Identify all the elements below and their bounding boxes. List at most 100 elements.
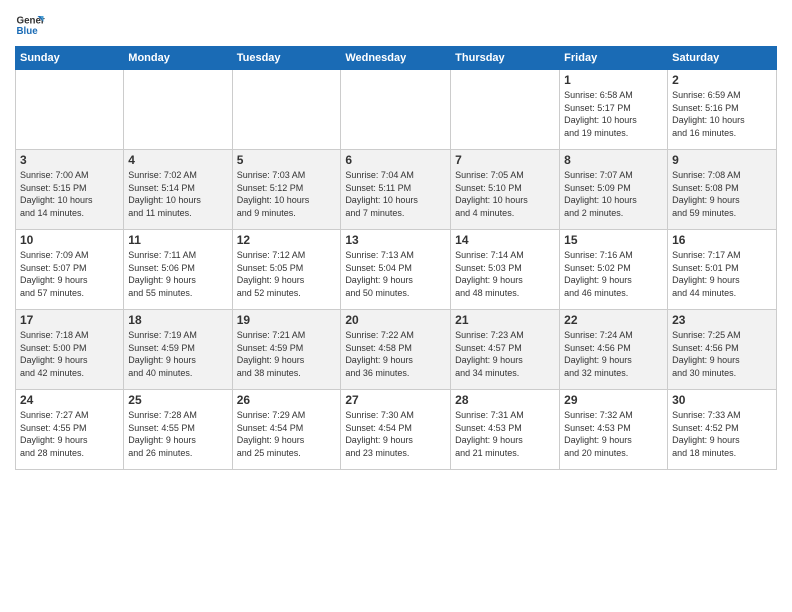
day-number: 8 xyxy=(564,153,663,167)
week-row-2: 3 Sunrise: 7:00 AM Sunset: 5:15 PM Daylig… xyxy=(16,150,777,230)
calendar-cell xyxy=(451,70,560,150)
day-info: Sunrise: 7:29 AM Sunset: 4:54 PM Dayligh… xyxy=(237,409,337,459)
calendar-cell xyxy=(341,70,451,150)
day-number: 7 xyxy=(455,153,555,167)
day-info: Sunrise: 7:16 AM Sunset: 5:02 PM Dayligh… xyxy=(564,249,663,299)
day-number: 29 xyxy=(564,393,663,407)
header-day-saturday: Saturday xyxy=(668,47,777,70)
day-info: Sunrise: 6:59 AM Sunset: 5:16 PM Dayligh… xyxy=(672,89,772,139)
day-info: Sunrise: 7:25 AM Sunset: 4:56 PM Dayligh… xyxy=(672,329,772,379)
day-info: Sunrise: 7:05 AM Sunset: 5:10 PM Dayligh… xyxy=(455,169,555,219)
day-number: 25 xyxy=(128,393,227,407)
day-number: 26 xyxy=(237,393,337,407)
day-number: 16 xyxy=(672,233,772,247)
day-info: Sunrise: 7:23 AM Sunset: 4:57 PM Dayligh… xyxy=(455,329,555,379)
day-info: Sunrise: 7:30 AM Sunset: 4:54 PM Dayligh… xyxy=(345,409,446,459)
calendar-cell: 3 Sunrise: 7:00 AM Sunset: 5:15 PM Daylig… xyxy=(16,150,124,230)
day-number: 15 xyxy=(564,233,663,247)
day-number: 20 xyxy=(345,313,446,327)
day-info: Sunrise: 7:03 AM Sunset: 5:12 PM Dayligh… xyxy=(237,169,337,219)
week-row-1: 1Sunrise: 6:58 AM Sunset: 5:17 PM Daylig… xyxy=(16,70,777,150)
day-number: 14 xyxy=(455,233,555,247)
calendar-cell: 12 Sunrise: 7:12 AM Sunset: 5:05 PM Dayli… xyxy=(232,230,341,310)
day-number: 19 xyxy=(237,313,337,327)
day-info: Sunrise: 7:11 AM Sunset: 5:06 PM Dayligh… xyxy=(128,249,227,299)
day-number: 6 xyxy=(345,153,446,167)
calendar-cell: 17Sunrise: 7:18 AM Sunset: 5:00 PM Dayli… xyxy=(16,310,124,390)
day-info: Sunrise: 7:27 AM Sunset: 4:55 PM Dayligh… xyxy=(20,409,119,459)
day-number: 24 xyxy=(20,393,119,407)
header-day-tuesday: Tuesday xyxy=(232,47,341,70)
calendar-cell: 14Sunrise: 7:14 AM Sunset: 5:03 PM Dayli… xyxy=(451,230,560,310)
calendar-cell: 1Sunrise: 6:58 AM Sunset: 5:17 PM Daylig… xyxy=(560,70,668,150)
day-number: 11 xyxy=(128,233,227,247)
calendar-cell: 22Sunrise: 7:24 AM Sunset: 4:56 PM Dayli… xyxy=(560,310,668,390)
header: General Blue xyxy=(15,10,777,40)
calendar-cell: 24 Sunrise: 7:27 AM Sunset: 4:55 PM Dayli… xyxy=(16,390,124,470)
day-info: Sunrise: 7:08 AM Sunset: 5:08 PM Dayligh… xyxy=(672,169,772,219)
calendar-cell: 7 Sunrise: 7:05 AM Sunset: 5:10 PM Daylig… xyxy=(451,150,560,230)
calendar-cell: 11 Sunrise: 7:11 AM Sunset: 5:06 PM Dayli… xyxy=(124,230,232,310)
calendar-cell: 23 Sunrise: 7:25 AM Sunset: 4:56 PM Dayli… xyxy=(668,310,777,390)
day-number: 4 xyxy=(128,153,227,167)
day-number: 9 xyxy=(672,153,772,167)
calendar-cell: 5 Sunrise: 7:03 AM Sunset: 5:12 PM Daylig… xyxy=(232,150,341,230)
header-day-friday: Friday xyxy=(560,47,668,70)
calendar-cell: 2 Sunrise: 6:59 AM Sunset: 5:16 PM Daylig… xyxy=(668,70,777,150)
day-info: Sunrise: 7:32 AM Sunset: 4:53 PM Dayligh… xyxy=(564,409,663,459)
calendar-cell: 8Sunrise: 7:07 AM Sunset: 5:09 PM Daylig… xyxy=(560,150,668,230)
calendar-table: SundayMondayTuesdayWednesdayThursdayFrid… xyxy=(15,46,777,470)
day-info: Sunrise: 7:02 AM Sunset: 5:14 PM Dayligh… xyxy=(128,169,227,219)
week-row-4: 17Sunrise: 7:18 AM Sunset: 5:00 PM Dayli… xyxy=(16,310,777,390)
week-row-3: 10 Sunrise: 7:09 AM Sunset: 5:07 PM Dayli… xyxy=(16,230,777,310)
calendar-cell: 16 Sunrise: 7:17 AM Sunset: 5:01 PM Dayli… xyxy=(668,230,777,310)
header-day-sunday: Sunday xyxy=(16,47,124,70)
calendar-cell: 13Sunrise: 7:13 AM Sunset: 5:04 PM Dayli… xyxy=(341,230,451,310)
day-number: 28 xyxy=(455,393,555,407)
day-info: Sunrise: 7:17 AM Sunset: 5:01 PM Dayligh… xyxy=(672,249,772,299)
header-day-thursday: Thursday xyxy=(451,47,560,70)
day-info: Sunrise: 7:33 AM Sunset: 4:52 PM Dayligh… xyxy=(672,409,772,459)
calendar-cell xyxy=(232,70,341,150)
svg-text:Blue: Blue xyxy=(17,26,39,37)
calendar-cell: 25 Sunrise: 7:28 AM Sunset: 4:55 PM Dayli… xyxy=(124,390,232,470)
day-number: 17 xyxy=(20,313,119,327)
logo: General Blue xyxy=(15,10,49,40)
day-number: 12 xyxy=(237,233,337,247)
logo-icon: General Blue xyxy=(15,10,45,40)
header-day-monday: Monday xyxy=(124,47,232,70)
calendar-cell: 28 Sunrise: 7:31 AM Sunset: 4:53 PM Dayli… xyxy=(451,390,560,470)
calendar-cell: 19Sunrise: 7:21 AM Sunset: 4:59 PM Dayli… xyxy=(232,310,341,390)
day-number: 27 xyxy=(345,393,446,407)
week-row-5: 24 Sunrise: 7:27 AM Sunset: 4:55 PM Dayli… xyxy=(16,390,777,470)
calendar-cell: 30 Sunrise: 7:33 AM Sunset: 4:52 PM Dayli… xyxy=(668,390,777,470)
day-info: Sunrise: 7:22 AM Sunset: 4:58 PM Dayligh… xyxy=(345,329,446,379)
day-number: 22 xyxy=(564,313,663,327)
day-info: Sunrise: 7:31 AM Sunset: 4:53 PM Dayligh… xyxy=(455,409,555,459)
day-number: 1 xyxy=(564,73,663,87)
calendar-cell: 29 Sunrise: 7:32 AM Sunset: 4:53 PM Dayli… xyxy=(560,390,668,470)
day-info: Sunrise: 7:19 AM Sunset: 4:59 PM Dayligh… xyxy=(128,329,227,379)
day-number: 10 xyxy=(20,233,119,247)
day-info: Sunrise: 7:12 AM Sunset: 5:05 PM Dayligh… xyxy=(237,249,337,299)
calendar-cell: 18Sunrise: 7:19 AM Sunset: 4:59 PM Dayli… xyxy=(124,310,232,390)
calendar-cell: 9 Sunrise: 7:08 AM Sunset: 5:08 PM Daylig… xyxy=(668,150,777,230)
day-info: Sunrise: 7:28 AM Sunset: 4:55 PM Dayligh… xyxy=(128,409,227,459)
day-info: Sunrise: 7:09 AM Sunset: 5:07 PM Dayligh… xyxy=(20,249,119,299)
day-number: 30 xyxy=(672,393,772,407)
day-number: 2 xyxy=(672,73,772,87)
calendar-cell: 6 Sunrise: 7:04 AM Sunset: 5:11 PM Daylig… xyxy=(341,150,451,230)
calendar-cell xyxy=(124,70,232,150)
calendar-cell: 4 Sunrise: 7:02 AM Sunset: 5:14 PM Daylig… xyxy=(124,150,232,230)
day-number: 23 xyxy=(672,313,772,327)
day-number: 5 xyxy=(237,153,337,167)
header-row: SundayMondayTuesdayWednesdayThursdayFrid… xyxy=(16,47,777,70)
calendar-cell: 15 Sunrise: 7:16 AM Sunset: 5:02 PM Dayli… xyxy=(560,230,668,310)
calendar-cell xyxy=(16,70,124,150)
header-day-wednesday: Wednesday xyxy=(341,47,451,70)
calendar-cell: 26 Sunrise: 7:29 AM Sunset: 4:54 PM Dayli… xyxy=(232,390,341,470)
day-number: 3 xyxy=(20,153,119,167)
day-info: Sunrise: 7:00 AM Sunset: 5:15 PM Dayligh… xyxy=(20,169,119,219)
day-number: 21 xyxy=(455,313,555,327)
day-info: Sunrise: 7:04 AM Sunset: 5:11 PM Dayligh… xyxy=(345,169,446,219)
